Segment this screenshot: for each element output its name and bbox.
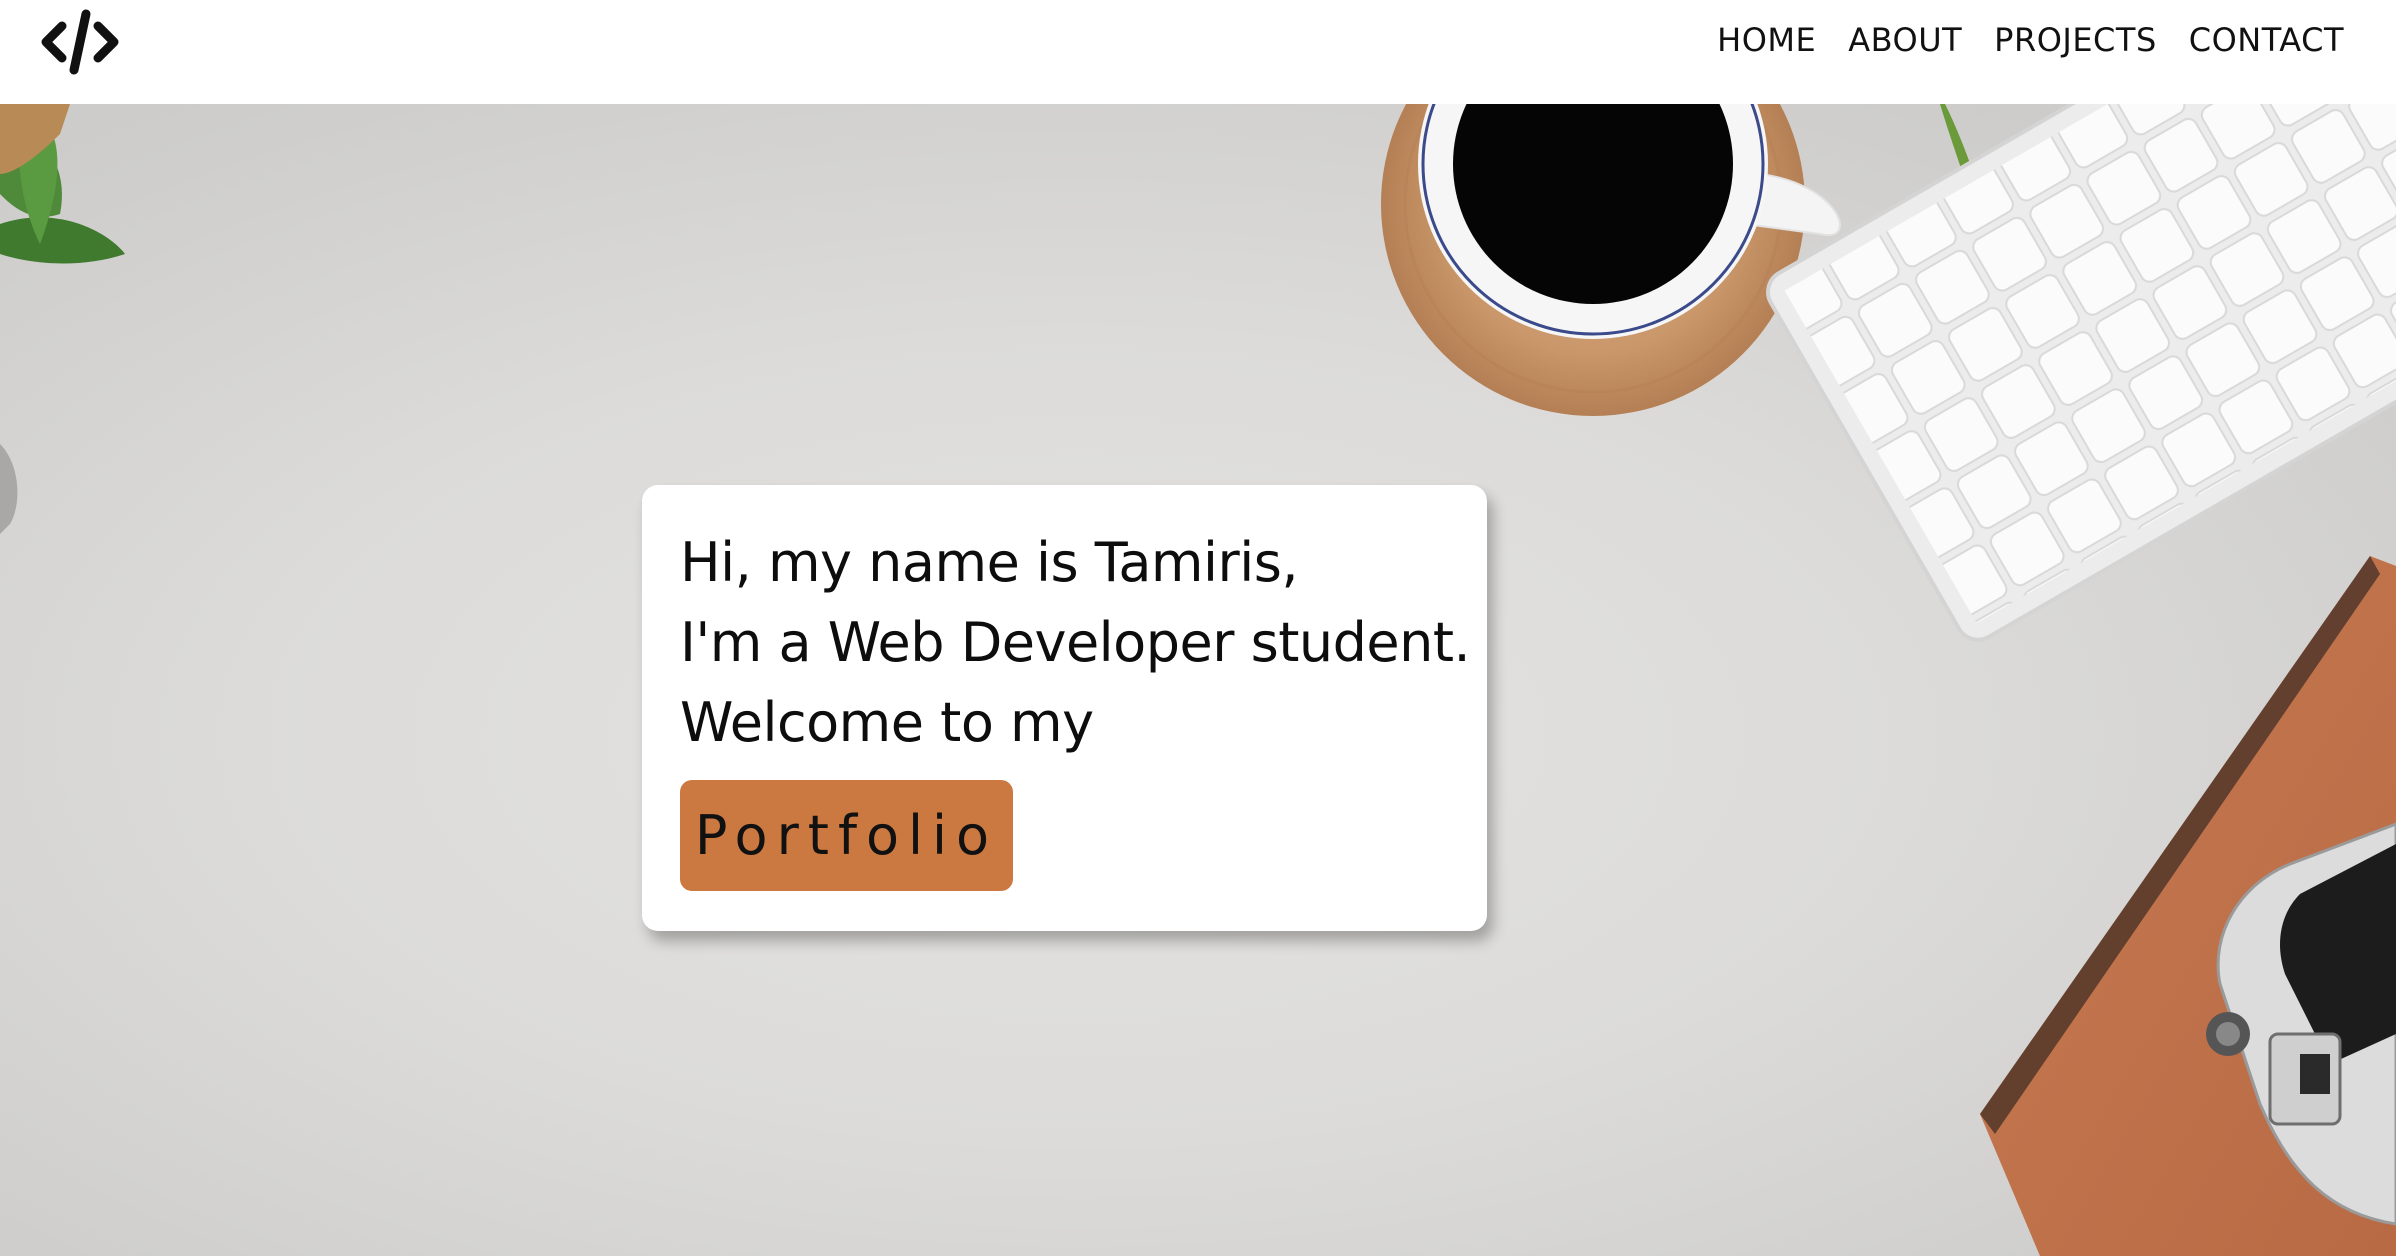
intro-card: Hi, my name is Tamiris, I'm a Web Develo…	[642, 485, 1487, 931]
plant-left	[0, 104, 125, 264]
greeting-line-2: I'm a Web Developer student.	[680, 611, 1471, 674]
greeting-line-1: Hi, my name is Tamiris,	[680, 531, 1299, 594]
coffee-cup	[1381, 104, 1841, 416]
nav-projects[interactable]: PROJECTS	[1994, 21, 2157, 59]
main-nav: HOME ABOUT PROJECTS CONTACT	[1717, 0, 2344, 80]
portfolio-button[interactable]: Portfolio	[680, 780, 1013, 891]
greeting-line-3: Welcome to my	[680, 691, 1094, 754]
page: HOME ABOUT PROJECTS CONTACT Hi, my name …	[0, 0, 2396, 1256]
nav-contact[interactable]: CONTACT	[2189, 21, 2344, 59]
keyboard	[1766, 104, 2396, 642]
code-slash-icon[interactable]	[38, 8, 122, 76]
site-header: HOME ABOUT PROJECTS CONTACT	[0, 0, 2396, 104]
nav-home[interactable]: HOME	[1717, 21, 1816, 59]
nav-about[interactable]: ABOUT	[1848, 21, 1962, 59]
